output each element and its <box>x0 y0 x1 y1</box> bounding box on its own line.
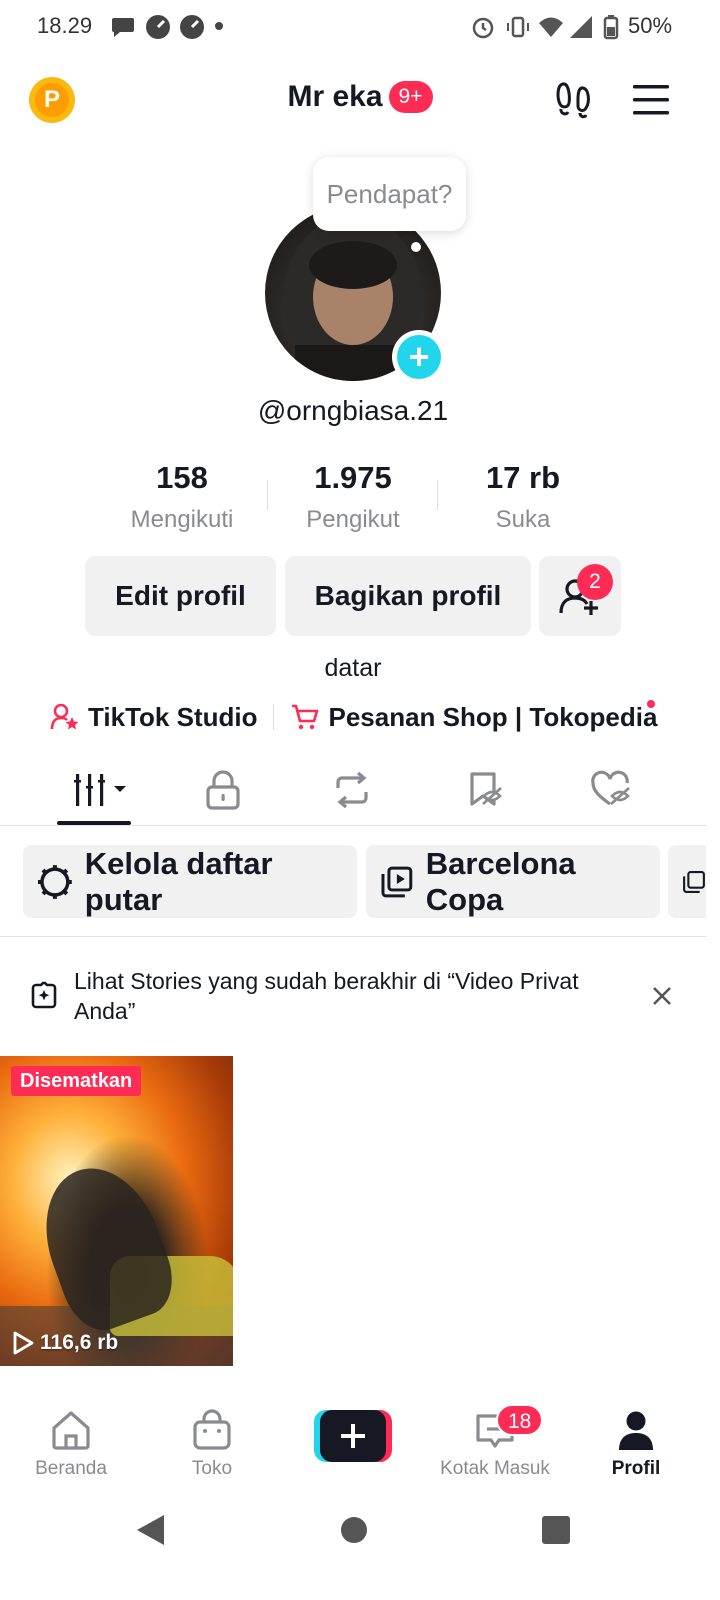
shop-label: Pesanan Shop | Tokopedia <box>328 701 658 732</box>
system-nav-bar <box>0 1500 720 1600</box>
divider <box>0 936 706 937</box>
liked-hidden-icon <box>591 770 630 806</box>
battery-percent: 50% <box>628 13 673 38</box>
pinned-badge: Disematkan <box>11 1066 142 1096</box>
nav-profile-label: Profil <box>611 1458 661 1479</box>
add-friend-badge: 2 <box>577 564 613 600</box>
nav-shop-label: Toko <box>191 1458 233 1479</box>
shop-notification-dot <box>647 700 655 708</box>
shop-orders-link[interactable]: Pesanan Shop | Tokopedia <box>290 702 657 733</box>
profile-icon <box>619 1411 653 1450</box>
message-notification-icon <box>112 18 134 37</box>
playlist-chip-overflow[interactable] <box>668 845 706 918</box>
nav-home-label: Beranda <box>35 1458 107 1479</box>
home-circle-icon[interactable] <box>340 1516 368 1544</box>
studio-label: TikTok Studio <box>88 701 258 732</box>
stat-label: Suka <box>495 506 551 533</box>
nav-profile[interactable]: Profil <box>566 1408 706 1480</box>
status-bar: 18.29 50% <box>0 0 720 56</box>
stories-icon <box>31 981 57 1009</box>
stat-label: Pengikut <box>306 506 400 533</box>
lock-icon <box>206 770 240 810</box>
wifi-icon <box>539 17 563 37</box>
stat-value: 158 <box>156 460 208 495</box>
bubble-tail <box>411 242 421 252</box>
inbox-badge: 18 <box>496 1404 544 1436</box>
tiktok-studio-link[interactable]: TikTok Studio <box>50 702 257 733</box>
play-icon <box>13 1331 34 1355</box>
manage-playlists-button[interactable]: Kelola daftar putar <box>23 845 357 918</box>
back-icon[interactable] <box>134 1513 166 1547</box>
plus-icon: + <box>397 335 441 379</box>
bookmark-hidden-icon <box>470 772 502 806</box>
notification-badge: 9+ <box>388 81 433 113</box>
shopping-bag-icon <box>193 1409 231 1450</box>
playlist-chip[interactable]: Barcelona Copa <box>366 845 660 918</box>
playlist-chip-label: Barcelona Copa <box>425 845 576 917</box>
battery-icon <box>603 15 619 40</box>
playlist-icon <box>381 866 413 897</box>
active-tab-indicator <box>57 821 131 825</box>
tab-favorites[interactable] <box>454 768 514 812</box>
studio-icon <box>50 703 79 730</box>
bio: datar <box>324 654 382 682</box>
profile-header: Mr eka 9+ <box>0 80 720 114</box>
username: @orngbiasa.21 <box>257 395 449 426</box>
footprint-icon[interactable] <box>554 80 594 120</box>
grid-videos-icon <box>74 774 126 806</box>
stat-likes[interactable]: 17 rb Suka <box>438 460 608 534</box>
share-profile-button[interactable]: Bagikan profil <box>285 556 531 636</box>
stat-label: Mengikuti <box>130 506 234 533</box>
nav-shop[interactable]: Toko <box>142 1408 282 1480</box>
nav-home[interactable]: Beranda <box>1 1408 141 1480</box>
profile-links: TikTok Studio Pesanan Shop | Tokopedia <box>50 700 657 734</box>
profile-name[interactable]: Mr eka <box>287 80 382 114</box>
opinion-bubble[interactable]: Pendapat? <box>313 157 466 231</box>
close-icon[interactable] <box>648 982 676 1010</box>
video-thumbnail[interactable] <box>0 1056 233 1366</box>
repost-icon <box>336 771 368 809</box>
tab-liked[interactable] <box>582 768 642 812</box>
manage-playlists-label: Kelola daftar putar <box>84 845 273 917</box>
recents-icon[interactable] <box>541 1515 571 1545</box>
create-button[interactable] <box>314 1410 392 1462</box>
tab-reposts[interactable] <box>322 768 382 812</box>
more-notifications-dot-icon <box>215 22 223 30</box>
edit-profile-button[interactable]: Edit profil <box>85 556 276 636</box>
vibrate-icon <box>507 16 529 38</box>
views-count: 116,6 rb <box>40 1331 119 1354</box>
stat-value: 17 rb <box>485 460 561 495</box>
app-notification-icon <box>146 15 170 39</box>
link-separator <box>273 704 275 730</box>
alarm-icon <box>472 17 494 39</box>
nav-inbox-label: Kotak Masuk <box>440 1458 550 1479</box>
stat-following[interactable]: 158 Mengikuti <box>97 460 267 534</box>
status-time: 18.29 <box>37 13 93 38</box>
gear-icon <box>37 864 72 899</box>
stat-followers[interactable]: 1.975 Pengikut <box>268 460 438 534</box>
tab-private[interactable] <box>193 768 253 812</box>
menu-icon[interactable] <box>632 82 670 118</box>
shopping-cart-icon <box>292 704 319 730</box>
app-notification-icon-2 <box>180 15 204 39</box>
stat-value: 1.975 <box>314 460 392 495</box>
home-icon <box>52 1411 90 1450</box>
nav-inbox[interactable]: Kotak Masuk <box>425 1408 565 1480</box>
video-views: 116,6 rb <box>12 1331 118 1355</box>
stories-notice-text[interactable]: Lihat Stories yang sudah berakhir di “Vi… <box>74 966 634 1026</box>
tab-videos[interactable] <box>66 768 130 812</box>
signal-icon <box>570 16 592 38</box>
add-friend-button[interactable] <box>539 556 621 636</box>
playlist-icon <box>683 870 705 893</box>
add-story-button[interactable]: + <box>392 330 446 384</box>
